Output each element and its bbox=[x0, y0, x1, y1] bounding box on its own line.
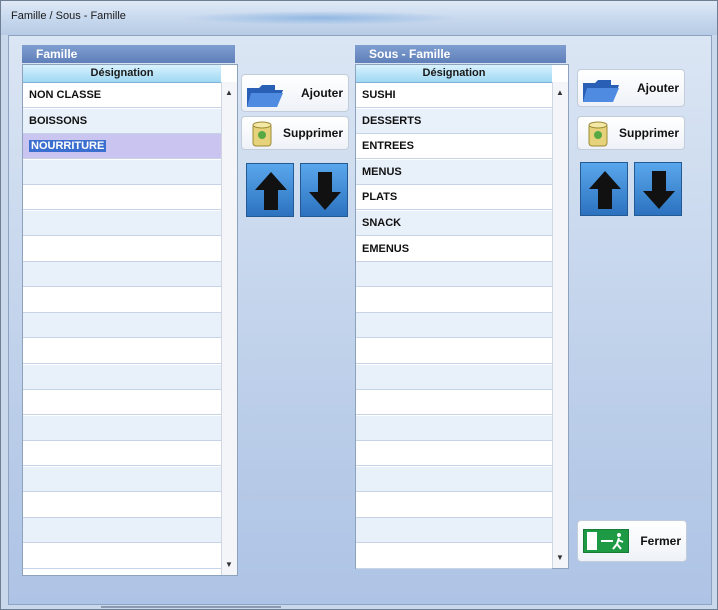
sous-famille-empty-row[interactable] bbox=[356, 313, 552, 339]
sous-famille-empty-row[interactable] bbox=[356, 339, 552, 364]
sous-famille-row[interactable]: SNACK bbox=[356, 211, 552, 236]
sous-famille-row-label: SUSHI bbox=[362, 89, 396, 101]
client-area: Famille Désignation NON CLASSE BOISSONS NO… bbox=[8, 35, 712, 605]
scroll-up-icon[interactable]: ▲ bbox=[225, 88, 233, 97]
sous-famille-add-label: Ajouter bbox=[637, 81, 679, 95]
open-folder-icon bbox=[583, 80, 619, 102]
sous-famille-row-label: MENUS bbox=[362, 165, 402, 178]
famille-empty-row[interactable] bbox=[23, 262, 221, 288]
sous-famille-delete-button[interactable]: Supprimer bbox=[577, 116, 685, 150]
sous-famille-move-up-button[interactable] bbox=[580, 162, 628, 216]
scroll-down-icon[interactable]: ▼ bbox=[225, 560, 233, 569]
sous-famille-row-label: EMENUS bbox=[362, 242, 410, 255]
sous-famille-delete-label: Supprimer bbox=[618, 126, 679, 140]
bottom-divider bbox=[101, 606, 281, 608]
famille-empty-row[interactable] bbox=[23, 390, 221, 416]
sous-famille-row[interactable]: PLATS bbox=[356, 185, 552, 211]
recycle-bin-icon bbox=[252, 121, 272, 147]
famille-empty-row[interactable] bbox=[23, 185, 221, 211]
sous-famille-empty-row[interactable] bbox=[356, 518, 552, 544]
famille-empty-row[interactable] bbox=[23, 364, 221, 390]
sous-famille-row-label: ENTREES bbox=[362, 140, 414, 153]
famille-scrollbar[interactable]: ▲ ▼ bbox=[221, 82, 237, 575]
scroll-down-icon[interactable]: ▼ bbox=[556, 553, 564, 562]
famille-empty-row[interactable] bbox=[23, 415, 221, 441]
sous-famille-empty-row[interactable] bbox=[356, 492, 552, 518]
sous-famille-empty-row[interactable] bbox=[356, 364, 552, 390]
sous-famille-row[interactable]: ENTREES bbox=[356, 134, 552, 160]
famille-empty-row[interactable] bbox=[23, 339, 221, 364]
sous-famille-row-label: PLATS bbox=[362, 191, 398, 204]
sous-famille-add-button[interactable]: Ajouter bbox=[577, 69, 685, 107]
famille-empty-row[interactable] bbox=[23, 287, 221, 313]
recycle-bin-icon bbox=[588, 121, 608, 147]
exit-door-icon bbox=[583, 529, 629, 553]
arrow-down-icon bbox=[643, 171, 675, 209]
famille-add-label: Ajouter bbox=[301, 86, 343, 100]
famille-empty-row[interactable] bbox=[23, 492, 221, 518]
famille-empty-row[interactable] bbox=[23, 313, 221, 339]
famille-empty-row[interactable] bbox=[23, 518, 221, 544]
famille-row[interactable]: NON CLASSE bbox=[23, 83, 221, 108]
famille-list[interactable]: Désignation NON CLASSE BOISSONS NOURRITURE… bbox=[22, 64, 238, 576]
sous-famille-list[interactable]: Désignation SUSHI DESSERTS ENTREES MENUS PLA… bbox=[355, 64, 569, 569]
famille-column-header[interactable]: Désignation bbox=[23, 65, 221, 83]
famille-empty-row[interactable] bbox=[23, 543, 221, 569]
title-glow bbox=[181, 11, 461, 25]
famille-delete-label: Supprimer bbox=[282, 126, 343, 140]
famille-row[interactable]: NOURRITURE bbox=[23, 134, 221, 160]
famille-empty-row[interactable] bbox=[23, 236, 221, 262]
title-bar: Famille / Sous - Famille bbox=[1, 1, 717, 35]
sous-famille-panel-title: Sous - Famille bbox=[355, 45, 566, 63]
sous-famille-column-header[interactable]: Désignation bbox=[356, 65, 552, 83]
famille-sous-famille-window: Famille / Sous - Famille Famille Désigna… bbox=[0, 0, 718, 610]
scroll-up-icon[interactable]: ▲ bbox=[556, 88, 564, 97]
sous-famille-row-label: SNACK bbox=[362, 217, 402, 229]
sous-famille-row[interactable]: DESSERTS bbox=[356, 108, 552, 134]
sous-famille-row-label: DESSERTS bbox=[362, 114, 422, 127]
sous-famille-empty-row[interactable] bbox=[356, 415, 552, 441]
window-title: Famille / Sous - Famille bbox=[11, 10, 126, 22]
famille-empty-row[interactable] bbox=[23, 467, 221, 492]
famille-empty-row[interactable] bbox=[23, 159, 221, 185]
arrow-down-icon bbox=[309, 172, 341, 210]
famille-empty-row[interactable] bbox=[23, 441, 221, 467]
famille-move-up-button[interactable] bbox=[246, 163, 294, 217]
famille-empty-row[interactable] bbox=[23, 211, 221, 236]
fermer-label: Fermer bbox=[640, 534, 681, 548]
sous-famille-row[interactable]: EMENUS bbox=[356, 236, 552, 262]
famille-row-label: BOISSONS bbox=[29, 114, 88, 127]
sous-famille-row[interactable]: MENUS bbox=[356, 159, 552, 185]
famille-row-label: NOURRITURE bbox=[29, 140, 107, 153]
open-folder-icon bbox=[247, 85, 283, 107]
sous-famille-scrollbar[interactable]: ▲ ▼ bbox=[552, 82, 568, 568]
sous-famille-move-down-button[interactable] bbox=[634, 162, 682, 216]
sous-famille-empty-row[interactable] bbox=[356, 467, 552, 492]
fermer-button[interactable]: Fermer bbox=[577, 520, 687, 562]
sous-famille-empty-row[interactable] bbox=[356, 543, 552, 569]
arrow-up-icon bbox=[589, 171, 621, 209]
famille-panel-title: Famille bbox=[22, 45, 235, 63]
famille-delete-button[interactable]: Supprimer bbox=[241, 116, 349, 150]
sous-famille-empty-row[interactable] bbox=[356, 262, 552, 288]
arrow-up-icon bbox=[255, 172, 287, 210]
famille-row[interactable]: BOISSONS bbox=[23, 108, 221, 134]
sous-famille-empty-row[interactable] bbox=[356, 390, 552, 416]
sous-famille-row[interactable]: SUSHI bbox=[356, 83, 552, 108]
famille-move-down-button[interactable] bbox=[300, 163, 348, 217]
famille-row-label: NON CLASSE bbox=[29, 89, 102, 101]
sous-famille-empty-row[interactable] bbox=[356, 441, 552, 467]
famille-add-button[interactable]: Ajouter bbox=[241, 74, 349, 112]
sous-famille-empty-row[interactable] bbox=[356, 287, 552, 313]
